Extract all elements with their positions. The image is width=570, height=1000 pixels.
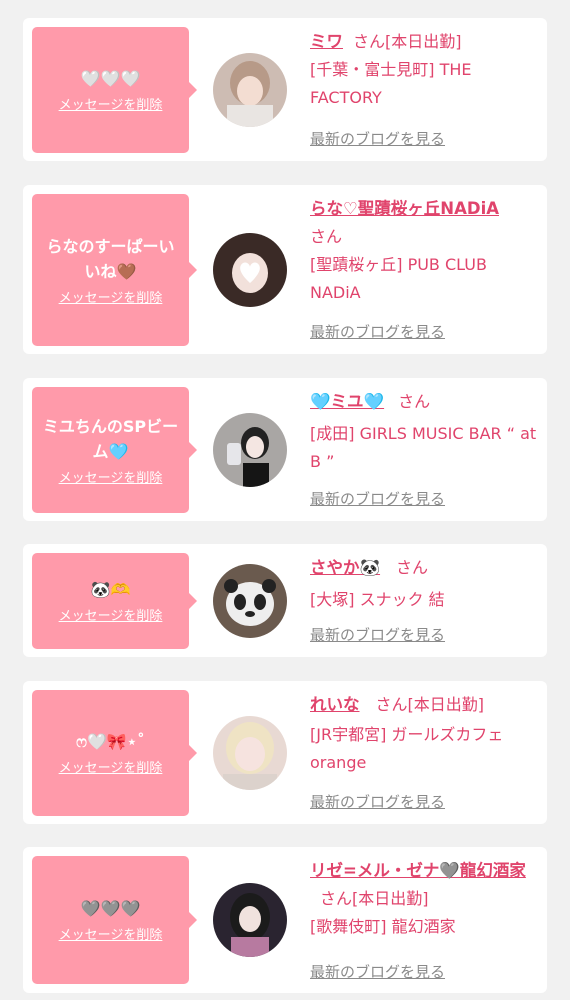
avatar[interactable]: [213, 564, 287, 638]
avatar[interactable]: [213, 53, 287, 127]
delete-message-link[interactable]: メッセージを削除: [59, 470, 163, 487]
message-card: ෆ🤍🎀⋆˚ メッセージを削除 れいな さん[本日出勤] [JR宇都宮] ガールズカ…: [23, 681, 547, 824]
cast-name-link[interactable]: リゼ=メル・ゼナ🩶龍幻酒家: [310, 861, 526, 880]
message-card: 🩶🩶🩶 メッセージを削除 リゼ=メル・ゼナ🩶龍幻酒家さん[本日出勤] [歌舞伎町…: [23, 847, 547, 993]
message-text: 🐼🫶: [90, 580, 131, 599]
shop-name: [成田] GIRLS MUSIC BAR “ at B ”: [310, 424, 537, 471]
delete-message-link[interactable]: メッセージを削除: [59, 290, 163, 307]
san-label: さん: [320, 889, 353, 908]
san-label: さん: [353, 32, 386, 51]
avatar[interactable]: [213, 233, 287, 307]
message-card: 🐼🫶 メッセージを削除 さやか🐼 さん [大塚] スナック 結 最新のブログを見る: [23, 544, 547, 657]
avatar[interactable]: [213, 413, 287, 487]
cast-info: れいな さん[本日出勤] [JR宇都宮] ガールズカフェ orange: [310, 691, 542, 777]
message-bubble: 🩶🩶🩶 メッセージを削除: [32, 856, 197, 984]
message-text: 🩶🩶🩶: [80, 899, 141, 918]
view-blog-link[interactable]: 最新のブログを見る: [310, 488, 445, 509]
view-blog-link[interactable]: 最新のブログを見る: [310, 321, 445, 342]
cast-name-link[interactable]: 🩵ミユ🩵: [310, 392, 384, 411]
delete-message-link[interactable]: メッセージを削除: [59, 927, 163, 944]
view-blog-link[interactable]: 最新のブログを見る: [310, 624, 445, 645]
message-card: 🤍🤍🤍 メッセージを削除 ミワ さん[本日出勤] [千葉・富士見町] THE FA…: [23, 18, 547, 161]
shop-name: [大塚] スナック 結: [310, 590, 445, 609]
delete-message-link[interactable]: メッセージを削除: [59, 97, 163, 114]
cast-info: らな♡聖蹟桜ヶ丘NADiA さん [聖蹟桜ヶ丘] PUB CLUB NADiA: [310, 195, 542, 307]
cast-info: リゼ=メル・ゼナ🩶龍幻酒家さん[本日出勤] [歌舞伎町] 龍幻酒家: [310, 857, 542, 941]
view-blog-link[interactable]: 最新のブログを見る: [310, 128, 445, 149]
message-text: らなのすーぱーいいね🤎: [46, 236, 175, 281]
avatar[interactable]: [213, 883, 287, 957]
delete-message-link[interactable]: メッセージを削除: [59, 760, 163, 777]
view-blog-link[interactable]: 最新のブログを見る: [310, 961, 445, 982]
cast-info: 🩵ミユ🩵 さん [成田] GIRLS MUSIC BAR “ at B ”: [310, 388, 542, 476]
cast-name-link[interactable]: らな♡聖蹟桜ヶ丘NADiA: [310, 199, 499, 218]
message-card: ミユちんのSPビーム🩵 メッセージを削除 🩵ミユ🩵 さん [成田] GIRLS M…: [23, 378, 547, 521]
status-label: [本日出勤]: [385, 32, 462, 51]
cast-name-link[interactable]: ミワ: [310, 32, 343, 51]
message-bubble: 🤍🤍🤍 メッセージを削除: [32, 27, 197, 153]
san-label: さん: [310, 227, 343, 246]
san-label: さん: [396, 558, 429, 577]
san-label: さん: [375, 695, 408, 714]
cast-name-link[interactable]: れいな: [310, 695, 360, 714]
message-card: らなのすーぱーいいね🤎 メッセージを削除 らな♡聖蹟桜ヶ丘NADiA さん [聖…: [23, 185, 547, 354]
message-bubble: ミユちんのSPビーム🩵 メッセージを削除: [32, 387, 197, 513]
message-text: 🤍🤍🤍: [80, 69, 141, 88]
message-bubble: ෆ🤍🎀⋆˚ メッセージを削除: [32, 690, 197, 816]
avatar[interactable]: [213, 716, 287, 790]
status-label: [本日出勤]: [407, 695, 485, 714]
cast-name-link[interactable]: さやか🐼: [310, 558, 380, 577]
message-text: ෆ🤍🎀⋆˚: [76, 732, 145, 751]
message-bubble: らなのすーぱーいいね🤎 メッセージを削除: [32, 194, 197, 346]
delete-message-link[interactable]: メッセージを削除: [59, 608, 163, 625]
message-text: ミユちんのSPビーム🩵: [42, 416, 179, 461]
shop-name: [聖蹟桜ヶ丘] PUB CLUB NADiA: [310, 255, 487, 302]
shop-name: [千葉・富士見町] THE FACTORY: [310, 60, 472, 107]
view-blog-link[interactable]: 最新のブログを見る: [310, 791, 445, 812]
shop-name: [歌舞伎町] 龍幻酒家: [310, 917, 456, 936]
shop-name: [JR宇都宮] ガールズカフェ orange: [310, 725, 504, 772]
cast-info: ミワ さん[本日出勤] [千葉・富士見町] THE FACTORY: [310, 28, 542, 112]
status-label: [本日出勤]: [352, 889, 429, 908]
san-label: さん: [398, 392, 431, 411]
cast-info: さやか🐼 さん [大塚] スナック 結: [310, 554, 542, 614]
message-bubble: 🐼🫶 メッセージを削除: [32, 553, 197, 649]
